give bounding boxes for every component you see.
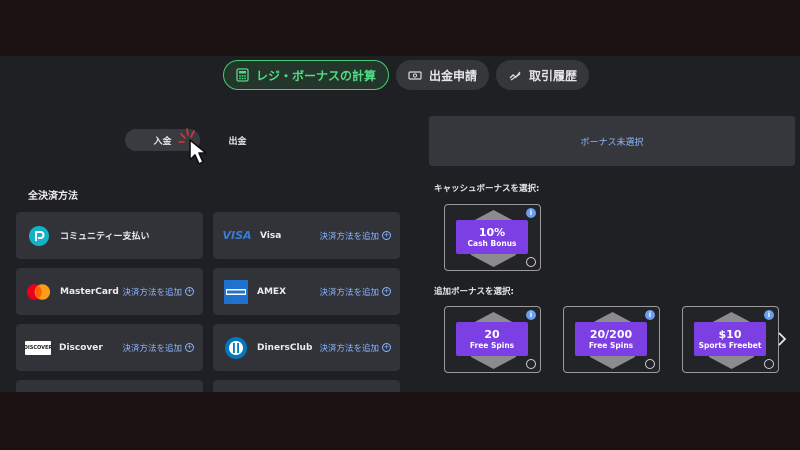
add-circle-icon: + [185,287,194,296]
bonus-ticket: 10% Cash Bonus [456,220,528,254]
payment-method-mastercard[interactable]: MasterCard 決済方法を追加 + [16,268,203,315]
selected-bonus-display: ボーナス未選択 [429,116,795,166]
video-letterbox-bottom [0,392,800,450]
mastercard-logo-icon [25,282,52,302]
add-payment-method-link[interactable]: 決済方法を追加 + [319,286,391,298]
tab-label: 取引履歴 [529,68,578,83]
payment-method-name: Visa [260,230,282,241]
chevron-right-icon[interactable] [777,332,787,346]
tab-label: 出金申請 [429,68,478,83]
bonus-amount: 20 [484,327,500,341]
cashier-app: レジ・ボーナスの計算 出金申請 取引履歴 入金 出金 全決済方法 コミュニティー… [0,56,800,392]
bonus-type: Free Spins [588,340,634,350]
bonus-radio[interactable] [526,359,536,369]
amex-logo-icon [222,279,249,304]
visa-logo-icon: VISA [222,229,252,242]
tab-bonus-calculator[interactable]: レジ・ボーナスの計算 [223,60,390,90]
add-circle-icon: + [382,287,391,296]
add-payment-method-link[interactable]: 決済方法を追加 + [319,230,391,242]
payment-method-name: コミュニティー支払い [60,232,150,242]
history-icon [508,69,522,81]
payment-method-community[interactable]: コミュニティー支払い [16,212,203,259]
payment-method-visa[interactable]: VISA Visa 決済方法を追加 + [213,212,400,259]
add-payment-method-link[interactable]: 決済方法を追加 + [122,286,194,298]
bonus-amount: 20/200 [589,327,633,341]
bonus-radio[interactable] [645,359,655,369]
payment-method-discover[interactable]: DISCOVER Discover 決済方法を追加 + [16,324,203,371]
extra-bonus-label: 追加ボーナスを選択: [434,287,514,297]
cash-bonus-label: キャッシュボーナスを選択: [434,184,540,194]
add-circle-icon: + [382,343,391,352]
payment-method-amex[interactable]: AMEX 決済方法を追加 + [213,268,400,315]
tab-withdrawal-request[interactable]: 出金申請 [396,60,490,90]
info-icon[interactable]: i [645,310,655,320]
add-payment-method-link[interactable]: 決済方法を追加 + [122,342,194,354]
payment-method-name: DinersClub [257,342,313,353]
calculator-icon [236,68,249,82]
dinersclub-logo-icon [222,336,249,359]
extra-bonus-card[interactable]: 20 Free Spins i [444,306,541,373]
cashier-tabs: レジ・ボーナスの計算 出金申請 取引履歴 [223,60,590,90]
add-circle-icon: + [382,231,391,240]
extra-bonus-card[interactable]: $10 Sports Freebet i [682,306,779,373]
video-letterbox-top [0,0,800,56]
discover-logo-icon: DISCOVER [24,340,52,355]
bonus-type: Free Spins [469,340,515,350]
cash-icon [408,70,422,81]
payment-method-name: MasterCard [60,286,119,297]
bonus-ticket: $10 Sports Freebet [694,322,766,356]
tab-transaction-history[interactable]: 取引履歴 [496,60,590,90]
add-circle-icon: + [185,343,194,352]
payment-method-partial[interactable] [16,380,203,392]
info-icon[interactable]: i [526,208,536,218]
payment-method-partial[interactable] [213,380,400,392]
bonus-type: Sports Freebet [698,340,762,350]
bonus-radio[interactable] [526,257,536,267]
mouse-pointer-icon [178,128,207,165]
payment-method-dinersclub[interactable]: DinersClub 決済方法を追加 + [213,324,400,371]
bonus-type: Cash Bonus [467,238,517,248]
info-icon[interactable]: i [526,310,536,320]
payment-method-name: Discover [59,342,103,353]
bonus-radio[interactable] [764,359,774,369]
extra-bonus-card[interactable]: 20/200 Free Spins i [563,306,660,373]
bonus-amount: 10% [478,225,506,239]
payment-method-name: AMEX [257,286,287,297]
community-pay-icon [25,225,52,246]
bonus-amount: $10 [718,327,742,341]
bonus-ticket: 20/200 Free Spins [575,322,647,356]
payment-methods-title: 全決済方法 [28,191,78,202]
tab-label: レジ・ボーナスの計算 [256,68,377,83]
add-payment-method-link[interactable]: 決済方法を追加 + [319,342,391,354]
cash-bonus-card[interactable]: 10% Cash Bonus i [444,204,541,271]
bonus-ticket: 20 Free Spins [456,322,528,356]
info-icon[interactable]: i [764,310,774,320]
